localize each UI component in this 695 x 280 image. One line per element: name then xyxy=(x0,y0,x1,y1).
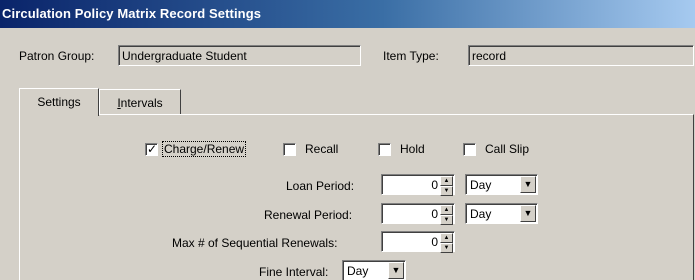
spin-up-arrow-icon[interactable]: ▲ xyxy=(440,233,453,243)
dropdown-arrow-icon[interactable]: ▼ xyxy=(520,176,536,193)
loan-period-unit-value: Day xyxy=(470,178,492,192)
loan-period-spinner[interactable]: 0 ▲ ▼ xyxy=(381,174,455,196)
tab-settings-label: Settings xyxy=(37,95,81,109)
tab-settings[interactable]: Settings xyxy=(19,88,99,116)
spin-down-arrow-icon[interactable]: ▼ xyxy=(440,215,453,225)
patron-group-field[interactable]: Undergraduate Student xyxy=(118,45,361,66)
charge-renew-label: Charge/Renew xyxy=(161,141,247,157)
item-type-label: Item Type: xyxy=(383,49,439,63)
checkbox-box[interactable] xyxy=(283,142,296,156)
renewal-period-value: 0 xyxy=(431,207,438,221)
renewal-period-spinner[interactable]: 0 ▲ ▼ xyxy=(381,203,455,225)
loan-period-unit-select[interactable]: Day ▼ xyxy=(465,174,538,195)
dialog-body: Patron Group: Undergraduate Student Item… xyxy=(4,28,694,280)
spin-up-arrow-icon[interactable]: ▲ xyxy=(440,176,453,186)
checkbox-box[interactable]: ✓ xyxy=(145,141,158,156)
recall-checkbox[interactable]: Recall xyxy=(283,142,338,156)
call-slip-checkbox[interactable]: Call Slip xyxy=(463,142,529,156)
hold-label: Hold xyxy=(400,142,425,156)
spin-down-arrow-icon[interactable]: ▼ xyxy=(440,186,453,196)
fine-interval-select[interactable]: Day ▼ xyxy=(342,260,406,280)
settings-tab-panel: ✓ Charge/Renew Recall Hold Call Slip Loa… xyxy=(19,114,694,280)
tab-intervals[interactable]: Intervals xyxy=(99,89,181,114)
fine-interval-value: Day xyxy=(347,264,369,278)
hold-checkbox[interactable]: Hold xyxy=(378,142,425,156)
spin-up-arrow-icon[interactable]: ▲ xyxy=(440,205,453,215)
fine-interval-label: Fine Interval: xyxy=(259,265,329,279)
max-renewals-label: Max # of Sequential Renewals: xyxy=(172,236,338,250)
renewal-period-label: Renewal Period: xyxy=(264,208,353,222)
recall-label: Recall xyxy=(305,142,339,156)
checkbox-box[interactable] xyxy=(463,142,476,156)
dropdown-arrow-icon[interactable]: ▼ xyxy=(388,262,404,279)
checkbox-box[interactable] xyxy=(378,142,391,156)
renewal-period-unit-value: Day xyxy=(470,207,492,221)
loan-period-value: 0 xyxy=(431,178,438,192)
check-mark-icon: ✓ xyxy=(147,141,158,156)
charge-renew-checkbox[interactable]: ✓ Charge/Renew xyxy=(145,141,247,157)
max-renewals-spinner[interactable]: 0 ▲ ▼ xyxy=(381,231,455,253)
loan-period-label: Loan Period: xyxy=(286,179,355,193)
max-renewals-value: 0 xyxy=(431,235,438,249)
item-type-field[interactable]: record xyxy=(468,45,694,66)
renewal-period-unit-select[interactable]: Day ▼ xyxy=(465,203,538,224)
spin-down-arrow-icon[interactable]: ▼ xyxy=(440,243,453,253)
tab-intervals-label: Intervals xyxy=(117,96,163,110)
call-slip-label: Call Slip xyxy=(485,142,530,156)
window-title: Circulation Policy Matrix Record Setting… xyxy=(0,0,695,28)
patron-group-label: Patron Group: xyxy=(19,49,95,63)
dropdown-arrow-icon[interactable]: ▼ xyxy=(520,205,536,222)
